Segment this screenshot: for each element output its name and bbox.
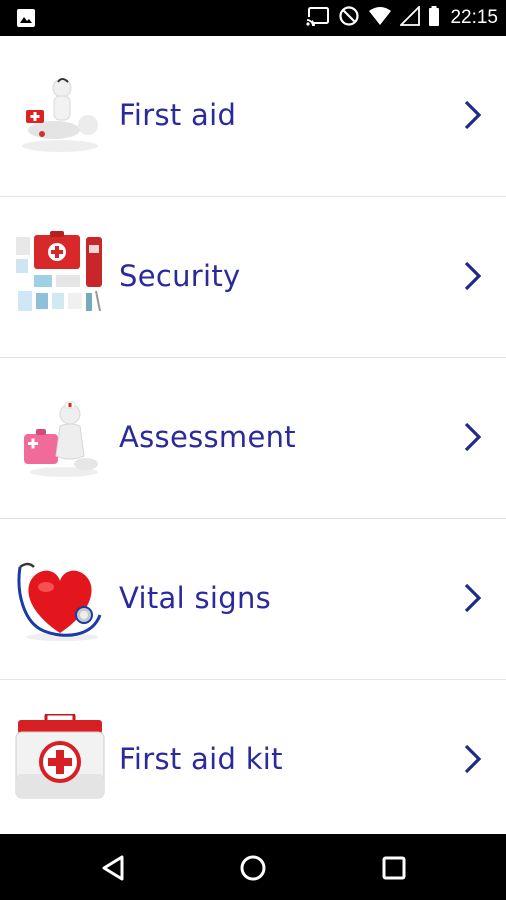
cast-icon bbox=[306, 6, 330, 30]
battery-icon bbox=[428, 6, 440, 30]
wifi-icon bbox=[368, 6, 392, 30]
status-time: 22:15 bbox=[450, 7, 498, 28]
menu-item-first-aid[interactable]: First aid bbox=[0, 36, 506, 197]
back-icon[interactable] bbox=[98, 852, 130, 884]
recents-icon[interactable] bbox=[378, 852, 410, 884]
assessment-figure-icon bbox=[14, 392, 106, 484]
medical-supplies-icon bbox=[14, 231, 106, 323]
menu-item-vital-signs[interactable]: Vital signs bbox=[0, 519, 506, 680]
menu-item-label: Assessment bbox=[119, 420, 296, 454]
menu-item-label: Security bbox=[119, 259, 241, 293]
cell-signal-icon bbox=[399, 4, 421, 30]
menu-item-label: First aid bbox=[119, 98, 237, 132]
menu-list: First aid Security Assessment Vital sign… bbox=[0, 36, 506, 841]
menu-item-security[interactable]: Security bbox=[0, 197, 506, 358]
home-icon[interactable] bbox=[237, 852, 269, 884]
do-not-disturb-icon bbox=[338, 5, 360, 31]
heart-stethoscope-icon bbox=[14, 553, 106, 645]
chevron-right-icon bbox=[460, 421, 486, 453]
menu-item-assessment[interactable]: Assessment bbox=[0, 358, 506, 519]
chevron-right-icon bbox=[460, 582, 486, 614]
chevron-right-icon bbox=[460, 99, 486, 131]
chevron-right-icon bbox=[460, 743, 486, 775]
menu-item-label: Vital signs bbox=[119, 581, 272, 615]
first-aid-kit-icon bbox=[14, 712, 106, 806]
menu-item-label: First aid kit bbox=[119, 742, 283, 776]
first-aid-figure-icon bbox=[14, 70, 106, 162]
navigation-bar bbox=[0, 834, 506, 900]
menu-item-first-aid-kit[interactable]: First aid kit bbox=[0, 680, 506, 841]
status-bar: 22:15 bbox=[0, 0, 506, 36]
image-notification-icon bbox=[16, 8, 36, 32]
chevron-right-icon bbox=[460, 260, 486, 292]
